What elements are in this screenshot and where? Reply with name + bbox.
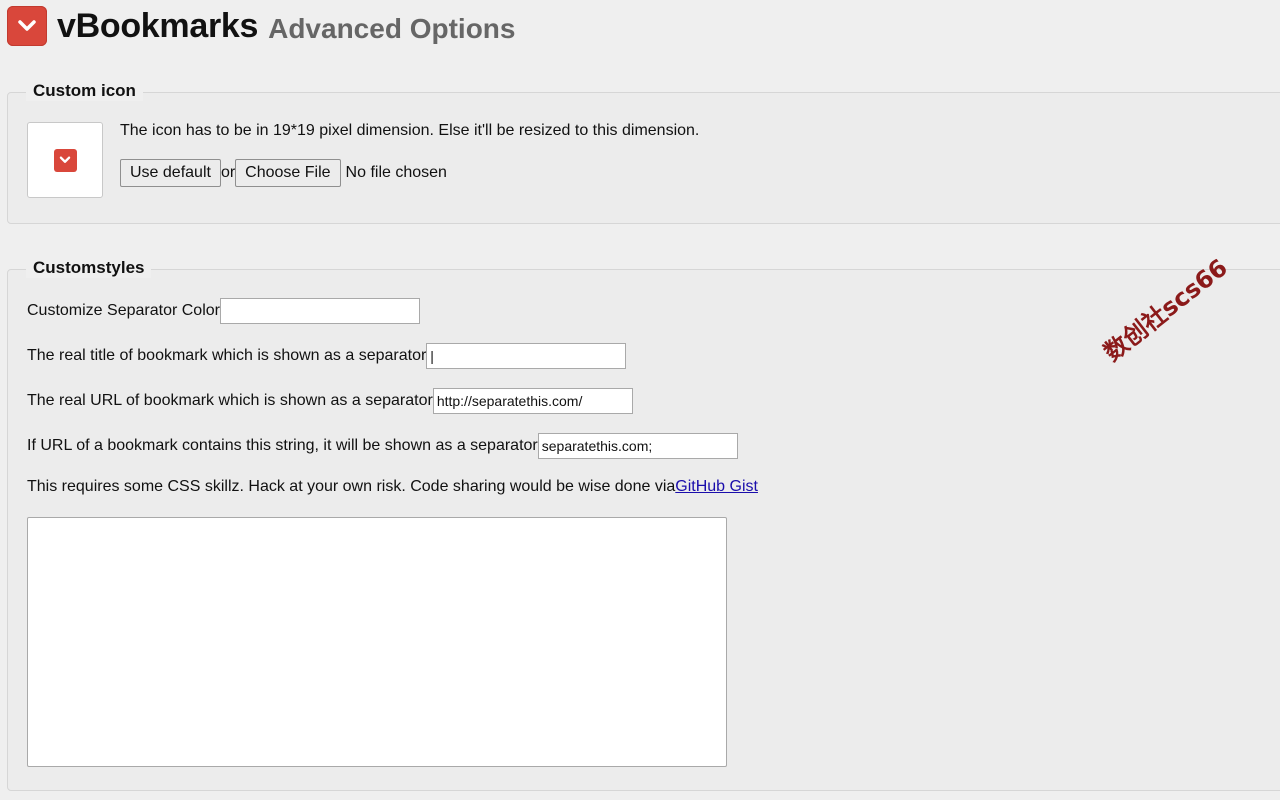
header: vBookmarks Advanced Options	[7, 6, 515, 46]
file-status: No file chosen	[345, 164, 447, 181]
current-icon	[53, 148, 77, 172]
chevron-down-icon	[18, 20, 36, 31]
app-logo-icon	[7, 6, 47, 46]
separator-title-row: The real title of bookmark which is show…	[27, 343, 627, 369]
github-gist-link[interactable]: GitHub Gist	[675, 478, 758, 496]
page-subtitle: Advanced Options	[268, 13, 516, 44]
css-note-row: This requires some CSS skillz. Hack at y…	[27, 478, 758, 496]
custom-styles-section: Customstyles Customize Separator Color T…	[7, 258, 1280, 791]
chevron-down-icon	[59, 156, 71, 163]
icon-controls: Use default or Choose File No file chose…	[120, 159, 447, 187]
separator-string-input[interactable]	[537, 433, 738, 459]
or-text: or	[220, 164, 236, 181]
separator-title-input[interactable]	[426, 343, 627, 369]
separator-string-row: If URL of a bookmark contains this strin…	[27, 433, 738, 459]
choose-file-button[interactable]: Choose File	[235, 159, 341, 187]
separator-title-label: The real title of bookmark which is show…	[27, 347, 427, 364]
separator-string-label: If URL of a bookmark contains this strin…	[27, 437, 538, 454]
custom-css-textarea[interactable]	[27, 517, 727, 767]
custom-icon-legend: Custom icon	[26, 81, 143, 101]
separator-color-row: Customize Separator Color	[27, 298, 420, 324]
app-name: vBookmarks	[57, 6, 259, 45]
separator-url-input[interactable]	[432, 388, 633, 414]
css-note: This requires some CSS skillz. Hack at y…	[27, 478, 676, 495]
use-default-button[interactable]: Use default	[120, 159, 221, 187]
separator-color-label: Customize Separator Color	[27, 302, 220, 319]
separator-url-row: The real URL of bookmark which is shown …	[27, 388, 633, 414]
icon-preview	[27, 122, 103, 198]
custom-icon-section: Custom icon The icon has to be in 19*19 …	[7, 81, 1280, 224]
separator-color-input[interactable]	[219, 298, 420, 324]
options-page: vBookmarks Advanced Options Custom icon …	[0, 0, 1280, 800]
separator-url-label: The real URL of bookmark which is shown …	[27, 392, 433, 409]
icon-size-note: The icon has to be in 19*19 pixel dimens…	[120, 122, 700, 139]
custom-styles-legend: Customstyles	[26, 258, 152, 278]
